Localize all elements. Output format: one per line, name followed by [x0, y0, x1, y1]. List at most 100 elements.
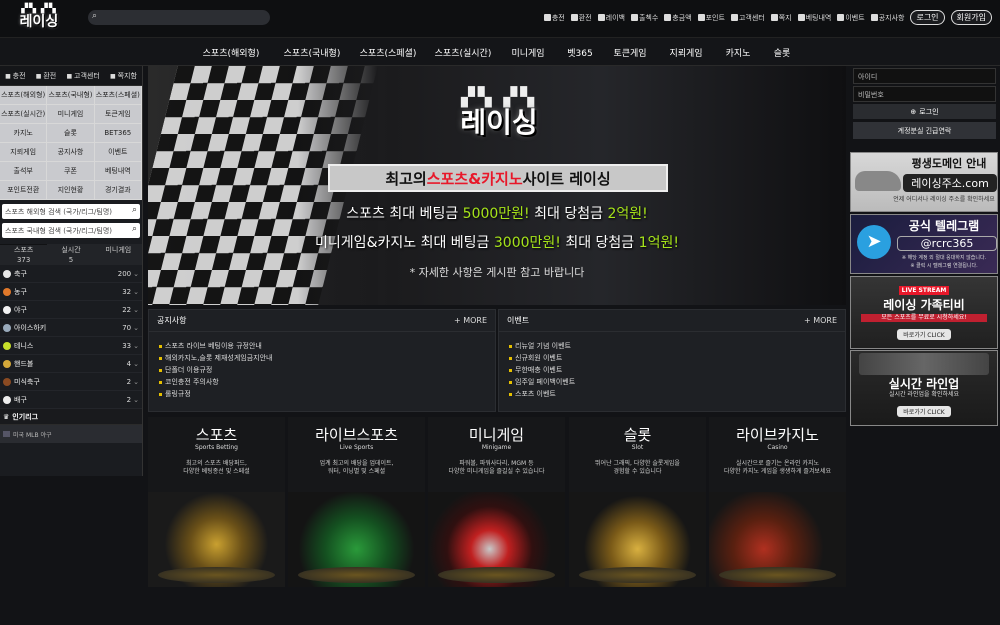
sidebar-quick-3[interactable]: ■ 쪽지함: [110, 71, 137, 81]
nav-item-1[interactable]: 스포츠(국내형): [284, 46, 341, 59]
account-recovery-button[interactable]: 계정분실 긴급연락: [853, 122, 996, 139]
car-icon: [855, 171, 901, 191]
top-link-3[interactable]: 출첵수: [630, 13, 658, 23]
top-link-10[interactable]: 공지사항: [870, 13, 904, 23]
hero-banner[interactable]: ▞▚ ▞▚ 레이싱 최고의 스포츠&카지노 사이트 레이싱 스포츠 최대 베팅금…: [148, 66, 846, 305]
events-item[interactable]: 임주일 페이백이벤트: [509, 376, 835, 388]
sidebar-quick-0[interactable]: ■ 충전: [5, 71, 25, 81]
game-card-2[interactable]: 미니게임 Minigame 파워볼, 파워사다리, MGM 등 다양한 미니게임을 즐…: [428, 417, 565, 587]
signup-button[interactable]: 회원가입: [950, 10, 992, 25]
login-top-button[interactable]: 로그인: [910, 10, 945, 25]
event-more-button[interactable]: + MORE: [804, 316, 837, 325]
sport-row[interactable]: 야구 22 ⌄: [0, 301, 142, 319]
events-item[interactable]: 리뉴얼 기념 이벤트: [509, 340, 835, 352]
top-link-9[interactable]: 이벤트: [837, 13, 865, 23]
notice-item[interactable]: 코인충전 주의사항: [159, 376, 485, 388]
sport-row[interactable]: 아이스하키 70 ⌄: [0, 319, 142, 337]
top-link-6[interactable]: 고객센터: [730, 13, 765, 23]
password-field[interactable]: 비밀번호: [853, 86, 996, 102]
global-search-input[interactable]: ⌕: [88, 10, 270, 25]
ad4-button[interactable]: 바로가기 CLICK: [897, 406, 951, 417]
sport-row[interactable]: 농구 32 ⌄: [0, 283, 142, 301]
nav-item-9[interactable]: 슬롯: [774, 46, 791, 59]
top-link-1[interactable]: 환전: [570, 13, 592, 23]
game-card-3[interactable]: 슬롯 Slot 뛰어난 그래픽, 다양한 슬롯게임을 경험할 수 있습니다: [569, 417, 706, 587]
search-icon[interactable]: ⌕: [132, 205, 137, 215]
top-link-0[interactable]: 충전: [543, 13, 565, 23]
game-card-4[interactable]: 라이브카지노 Casino 실시간으로 즐기는 온라인 카지노 다양한 카지노 게임을…: [709, 417, 846, 587]
game-card-0[interactable]: 스포츠 Sports Betting 최고의 스포츠 배당퍼드, 다양한 베팅종선 및…: [148, 417, 285, 587]
game-card-1[interactable]: 라이브스포츠 Live Sports 업계 최고의 배당을 업데이트, 워터, 이닝별…: [288, 417, 425, 587]
ad-live-stream[interactable]: LIVE STREAM 레이싱 가족티비 모든 스포츠를 무료로 시청하세요! …: [850, 276, 998, 349]
ad3-live: LIVE STREAM: [898, 286, 950, 295]
sidebar-menu-item[interactable]: 공지사항: [47, 143, 95, 162]
sidebar-menu-item[interactable]: 포인트전환: [0, 181, 48, 200]
top-link-5[interactable]: 포인트: [697, 13, 725, 23]
events-item[interactable]: 무한매충 이벤트: [509, 364, 835, 376]
ad-lineup[interactable]: 실시간 라인업 실시간 라인업을 확인하세요 바로가기 CLICK: [850, 350, 998, 426]
search-icon[interactable]: ⌕: [132, 224, 137, 234]
notice-more-button[interactable]: + MORE: [454, 316, 487, 325]
search-overseas-input[interactable]: 스포츠 해외형 검색 (국가/리그/팀명) ⌕: [2, 204, 140, 219]
nav-item-0[interactable]: 스포츠(해외형): [203, 46, 260, 59]
sidebar-quick-2[interactable]: ■ 고객센터: [66, 71, 99, 81]
sidebar-menu-item[interactable]: 스포츠(실시간): [0, 105, 48, 124]
sidebar-menu-item[interactable]: 지뢰게임: [0, 143, 48, 162]
site-logo[interactable]: ▞▚ ▞▚ 레이싱: [16, 4, 62, 34]
sidebar-menu-item[interactable]: 출석부: [0, 162, 48, 181]
trophy-icon: [148, 492, 285, 587]
sport-row[interactable]: 테니스 33 ⌄: [0, 337, 142, 355]
login-button[interactable]: ⊕ 로그인: [853, 104, 996, 119]
nav-item-8[interactable]: 카지노: [726, 46, 751, 59]
sidebar-menu-item[interactable]: 스포츠(국내형): [47, 86, 95, 105]
sidebar-quick-label: 환전: [43, 71, 57, 80]
top-link-4[interactable]: 충금액: [664, 13, 692, 23]
nav-item-5[interactable]: 벳365: [567, 46, 592, 59]
notice-item[interactable]: 롤링규정: [159, 388, 485, 400]
sport-row[interactable]: 핸드볼 4 ⌄: [0, 355, 142, 373]
events-item[interactable]: 스포츠 이벤트: [509, 388, 835, 400]
search-domestic-input[interactable]: 스포츠 국내형 검색 (국가/리그/팀명) ⌕: [2, 223, 140, 238]
top-link-7[interactable]: 쪽지: [770, 13, 792, 23]
sidebar-menu-item[interactable]: 스포츠(스페셜): [94, 86, 142, 105]
game-desc-2: 다양한 베팅종선 및 스페셜: [183, 468, 250, 475]
notice-item[interactable]: 단폴더 이용규정: [159, 364, 485, 376]
ad-telegram[interactable]: ➤ 공식 텔레그램 @rcrc365 ※ 해당 계정 외 절대 응대하지 않습니…: [850, 214, 998, 274]
events-item[interactable]: 신규회원 이벤트: [509, 352, 835, 364]
sport-row[interactable]: 미식축구 2 ⌄: [0, 373, 142, 391]
sidebar-menu-item[interactable]: 쿠폰: [47, 162, 95, 181]
sidebar-menu-item[interactable]: BET365: [94, 124, 142, 143]
tab-0[interactable]: 스포츠 373: [0, 244, 48, 265]
popular-league-item[interactable]: 미국 MLB 야구: [0, 425, 142, 443]
sidebar-menu-item[interactable]: 토큰게임: [94, 105, 142, 124]
sidebar-menu-item[interactable]: 카지노: [0, 124, 48, 143]
top-link-2[interactable]: 레이백: [597, 13, 625, 23]
ad-domain[interactable]: 평생도메인 안내 레이싱주소.com 언제 어디서나 레이싱 주소를 확인하세요: [850, 152, 998, 212]
ad3-button[interactable]: 바로가기 CLICK: [897, 329, 951, 340]
sport-row[interactable]: 배구 2 ⌄: [0, 391, 142, 409]
sidebar-menu-item[interactable]: 경기결과: [94, 181, 142, 200]
sidebar-menu-item[interactable]: 베팅내역: [94, 162, 142, 181]
notice-item[interactable]: 해외카지노,슬롯 제재성게임금지안내: [159, 352, 485, 364]
nav-item-2[interactable]: 스포츠(스페셜): [360, 46, 417, 59]
ball-icon: [3, 269, 11, 278]
nav-item-6[interactable]: 토큰게임: [613, 46, 646, 59]
nav-item-4[interactable]: 미니게임: [511, 46, 544, 59]
sidebar-quick-1[interactable]: ■ 환전: [36, 71, 56, 81]
nav-item-7[interactable]: 지뢰게임: [669, 46, 702, 59]
nav-item-3[interactable]: 스포츠(실시간): [435, 46, 492, 59]
tab-1[interactable]: 실시간 5: [47, 244, 95, 265]
tab-2[interactable]: 미니게임: [94, 244, 142, 265]
players-image: [859, 353, 989, 375]
game-desc-1: 뛰어난 그래픽, 다양한 슬롯게임을: [595, 460, 680, 467]
top-link-label: 충전: [551, 13, 565, 22]
sidebar-menu-item[interactable]: 이벤트: [94, 143, 142, 162]
sidebar-menu-item[interactable]: 지인현황: [47, 181, 95, 200]
sport-row[interactable]: 축구 200 ⌄: [0, 265, 142, 283]
sidebar-menu-item[interactable]: 슬롯: [47, 124, 95, 143]
username-field[interactable]: 아이디: [853, 68, 996, 84]
sidebar-menu-item[interactable]: 미니게임: [47, 105, 95, 124]
notice-item[interactable]: 스포츠 라이브 베팅이용 규정안내: [159, 340, 485, 352]
sidebar-menu-item[interactable]: 스포츠(해외형): [0, 86, 48, 105]
top-link-8[interactable]: 베팅내역: [797, 13, 831, 23]
